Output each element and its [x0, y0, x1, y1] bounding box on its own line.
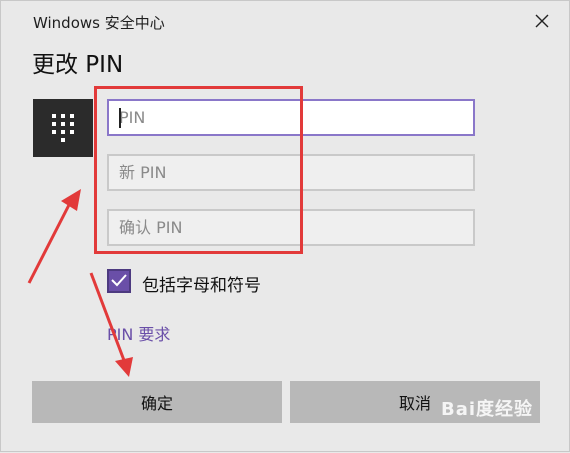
keypad-icon [33, 99, 93, 157]
change-pin-dialog: Windows 安全中心 更改 PIN PIN 新 PIN 确认 PIN 包括字… [0, 0, 570, 452]
include-letters-label: 包括字母和符号 [142, 276, 261, 296]
pin-requirements-link[interactable]: PIN 要求 [107, 321, 170, 345]
confirm-pin-field-placeholder: 确认 PIN [119, 218, 183, 237]
pin-field-placeholder: PIN [119, 108, 146, 127]
checkmark-icon [111, 272, 127, 291]
close-button[interactable] [529, 9, 555, 35]
text-caret [119, 108, 121, 128]
watermark: Bai度经验 [441, 399, 534, 420]
new-pin-field[interactable]: 新 PIN [107, 154, 475, 191]
cancel-button-label: 取消 [398, 394, 431, 413]
ok-button[interactable]: 确定 [32, 381, 282, 423]
page-title: 更改 PIN [32, 52, 124, 78]
window-title: Windows 安全中心 [33, 14, 165, 32]
ok-button-label: 确定 [140, 394, 173, 413]
title-bar: Windows 安全中心 [1, 1, 569, 41]
confirm-pin-field[interactable]: 确认 PIN [107, 209, 475, 246]
new-pin-field-placeholder: 新 PIN [119, 163, 167, 182]
pin-field[interactable]: PIN [107, 99, 475, 136]
close-icon [535, 13, 549, 32]
annotation-arrow-up [27, 189, 81, 284]
include-letters-checkbox[interactable] [107, 269, 131, 293]
